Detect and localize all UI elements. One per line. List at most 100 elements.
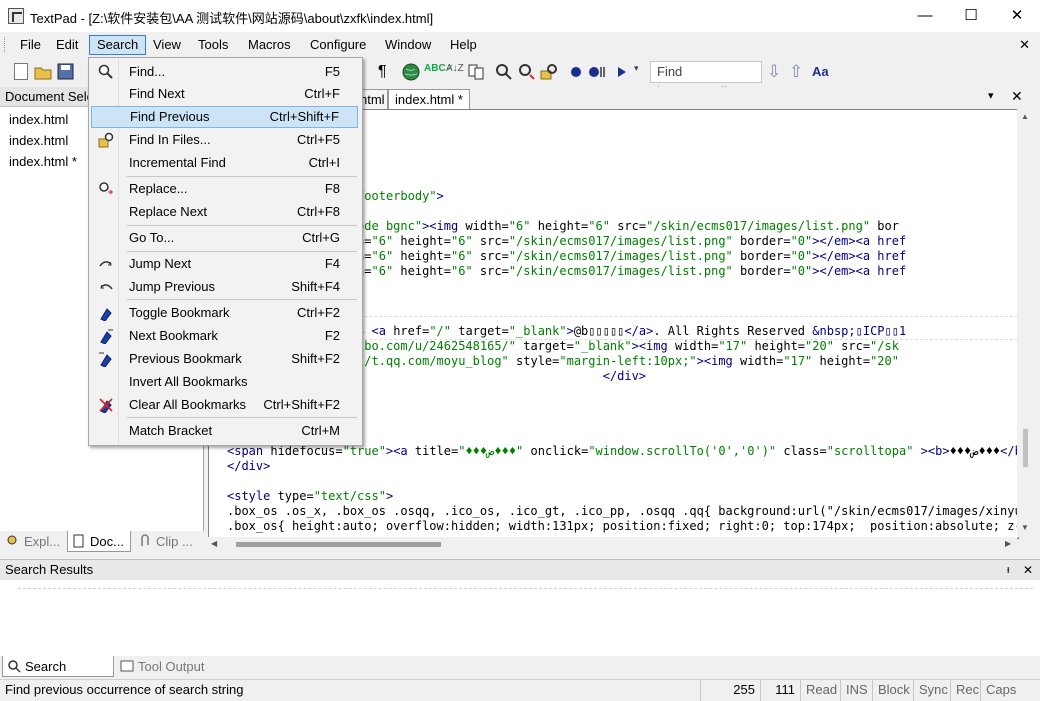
code-token: &nbsp; <box>812 324 856 338</box>
menu-configure[interactable]: Configure <box>303 35 373 55</box>
match-case-icon[interactable]: Aa <box>812 63 834 81</box>
code-token: type= <box>277 489 314 503</box>
replace-toolbar-icon[interactable] <box>518 63 536 81</box>
find-next-arrow-icon[interactable]: ⇩ <box>767 63 785 81</box>
status-read: Read <box>800 680 842 701</box>
menu-item-replace-next[interactable]: Replace Next Ctrl+F8 <box>91 201 358 223</box>
menu-item-replace[interactable]: Replace... F8 <box>91 178 358 200</box>
menu-item-find-in-files[interactable]: Find In Files... Ctrl+F5 <box>91 129 358 151</box>
document-item[interactable]: index.html * <box>9 154 77 169</box>
clear-bookmarks-icon <box>98 397 114 413</box>
minimize-button[interactable]: — <box>902 0 948 32</box>
close-results-icon[interactable]: ✕ <box>1023 560 1033 580</box>
status-column: 111 <box>760 680 800 701</box>
menu-view[interactable]: View <box>146 35 188 55</box>
code-token: style= <box>508 354 560 368</box>
menu-item-label: Incremental Find <box>129 155 226 170</box>
code-token: @b▯▯▯▯▯ <box>573 324 625 338</box>
menu-item-jump-next[interactable]: Jump Next F4 <box>91 253 358 275</box>
code-token: "20" <box>805 339 834 353</box>
menu-window[interactable]: Window <box>378 35 438 55</box>
scroll-right-icon[interactable]: ▶ <box>1005 539 1011 548</box>
compare-icon[interactable] <box>467 63 485 81</box>
menu-macros[interactable]: Macros <box>241 35 298 55</box>
tab-explorer[interactable]: Expl... <box>2 531 64 552</box>
menu-help[interactable]: Help <box>443 35 484 55</box>
scrollbar-thumb[interactable] <box>1023 429 1028 467</box>
menu-item-shortcut: Ctrl+F <box>304 86 340 101</box>
code-token: "6" <box>371 264 394 278</box>
code-token: <style <box>227 489 278 503</box>
status-bar: Find previous occurrence of search strin… <box>0 679 1040 701</box>
menu-item-jump-previous[interactable]: Jump Previous Shift+F4 <box>91 276 358 298</box>
code-token: "_blank" <box>508 324 567 338</box>
menu-item-toggle-bookmark[interactable]: Toggle Bookmark Ctrl+F2 <box>91 302 358 324</box>
menu-item-match-bracket[interactable]: Match Bracket Ctrl+M <box>91 420 358 442</box>
menu-file[interactable]: File <box>13 35 48 55</box>
find-previous-arrow-icon[interactable]: ⇧ <box>789 63 807 81</box>
globe-icon[interactable] <box>402 63 420 81</box>
scroll-left-icon[interactable]: ◀ <box>211 539 217 548</box>
menu-item-previous-bookmark[interactable]: Previous Bookmark Shift+F2 <box>91 348 358 370</box>
menubar-grip[interactable] <box>4 37 8 52</box>
menu-edit[interactable]: Edit <box>49 35 85 55</box>
code-token: ></em><a href <box>812 264 907 278</box>
menu-item-invert-all-bookmarks[interactable]: Invert All Bookmarks <box>91 371 358 393</box>
pilcrow-icon[interactable]: ¶ <box>378 63 396 81</box>
menu-item-incremental-find[interactable]: Incremental Find Ctrl+I <box>91 152 358 174</box>
new-file-icon[interactable] <box>14 63 28 80</box>
code-token: ▯ICP▯▯1 <box>855 324 907 338</box>
vertical-scrollbar[interactable]: ▲ ▼ <box>1017 109 1034 537</box>
textpad-app-icon[interactable] <box>8 8 24 24</box>
code-token: href= <box>393 324 430 338</box>
previous-bookmark-icon <box>98 351 114 367</box>
window-title: TextPad - [Z:\软件安装包\AA 测试软件\网站源码\about\z… <box>30 11 434 26</box>
find-toolbar-icon[interactable] <box>495 63 513 81</box>
code-token: ><b> <box>913 444 950 458</box>
tab-documents[interactable]: Doc... <box>67 531 131 552</box>
menu-search[interactable]: Search <box>89 35 147 55</box>
tab-clip-library[interactable]: Clip ... <box>134 531 202 552</box>
horizontal-scrollbar[interactable]: ◀ ▶ <box>208 537 1017 552</box>
pause-macro-icon[interactable] <box>588 63 606 81</box>
find-in-files-toolbar-icon[interactable] <box>540 63 558 81</box>
pin-icon[interactable]: ᵻ <box>1007 560 1009 580</box>
code-token: "0" <box>790 234 813 248</box>
menu-item-next-bookmark[interactable]: Next Bookmark F2 <box>91 325 358 347</box>
find-incrementally-input[interactable]: Find incrementally <box>650 61 762 99</box>
scroll-up-icon[interactable]: ▲ <box>1021 112 1029 121</box>
scroll-down-icon[interactable]: ▼ <box>1021 523 1029 532</box>
find-icon <box>98 64 114 80</box>
document-close-icon[interactable]: ✕ <box>1019 37 1030 53</box>
maximize-button[interactable]: ☐ <box>948 0 994 32</box>
play-macro-icon[interactable] <box>614 63 632 81</box>
close-button[interactable]: ✕ <box>994 0 1040 32</box>
menu-item-clear-all-bookmarks[interactable]: Clear All Bookmarks Ctrl+Shift+F2 <box>91 394 358 416</box>
tab-tool-output[interactable]: Tool Output <box>116 656 216 677</box>
menu-item-go-to[interactable]: Go To... Ctrl+G <box>91 227 358 249</box>
save-icon[interactable] <box>57 63 75 81</box>
tab-document-index-html[interactable]: index.html * <box>388 89 470 109</box>
menu-item-label: Toggle Bookmark <box>129 305 230 320</box>
close-document-icon[interactable]: ✕ <box>1011 88 1023 105</box>
document-item[interactable]: index.html <box>9 112 68 127</box>
tab-search-results[interactable]: Search Results <box>2 656 114 695</box>
tab-scroll-icon[interactable]: ▾ <box>988 89 994 102</box>
menu-item-find-next[interactable]: Find Next Ctrl+F <box>91 83 358 105</box>
code-token: .box_os .os_x, .box_os .osqq, .ico_os, .… <box>227 504 1019 518</box>
next-bookmark-icon <box>98 328 114 344</box>
menu-item-shortcut: Ctrl+F5 <box>297 132 340 147</box>
panel-tabs: Expl... Doc... Clip ... <box>0 531 205 553</box>
status-ins: INS <box>840 680 873 701</box>
sort-icon[interactable]: A↓Z <box>446 63 464 81</box>
open-folder-icon[interactable] <box>34 63 52 81</box>
menu-item-find-previous[interactable]: Find Previous Ctrl+Shift+F <box>91 106 358 128</box>
spellcheck-icon[interactable]: ABC✓ <box>424 63 454 81</box>
clip-icon <box>138 534 152 548</box>
record-macro-icon[interactable] <box>570 63 588 81</box>
menu-tools[interactable]: Tools <box>191 35 235 55</box>
menu-item-find[interactable]: Find... F5 <box>91 61 358 83</box>
hscroll-thumb[interactable] <box>236 542 441 547</box>
document-item[interactable]: index.html <box>9 133 68 148</box>
search-results-pane[interactable] <box>0 580 1040 656</box>
